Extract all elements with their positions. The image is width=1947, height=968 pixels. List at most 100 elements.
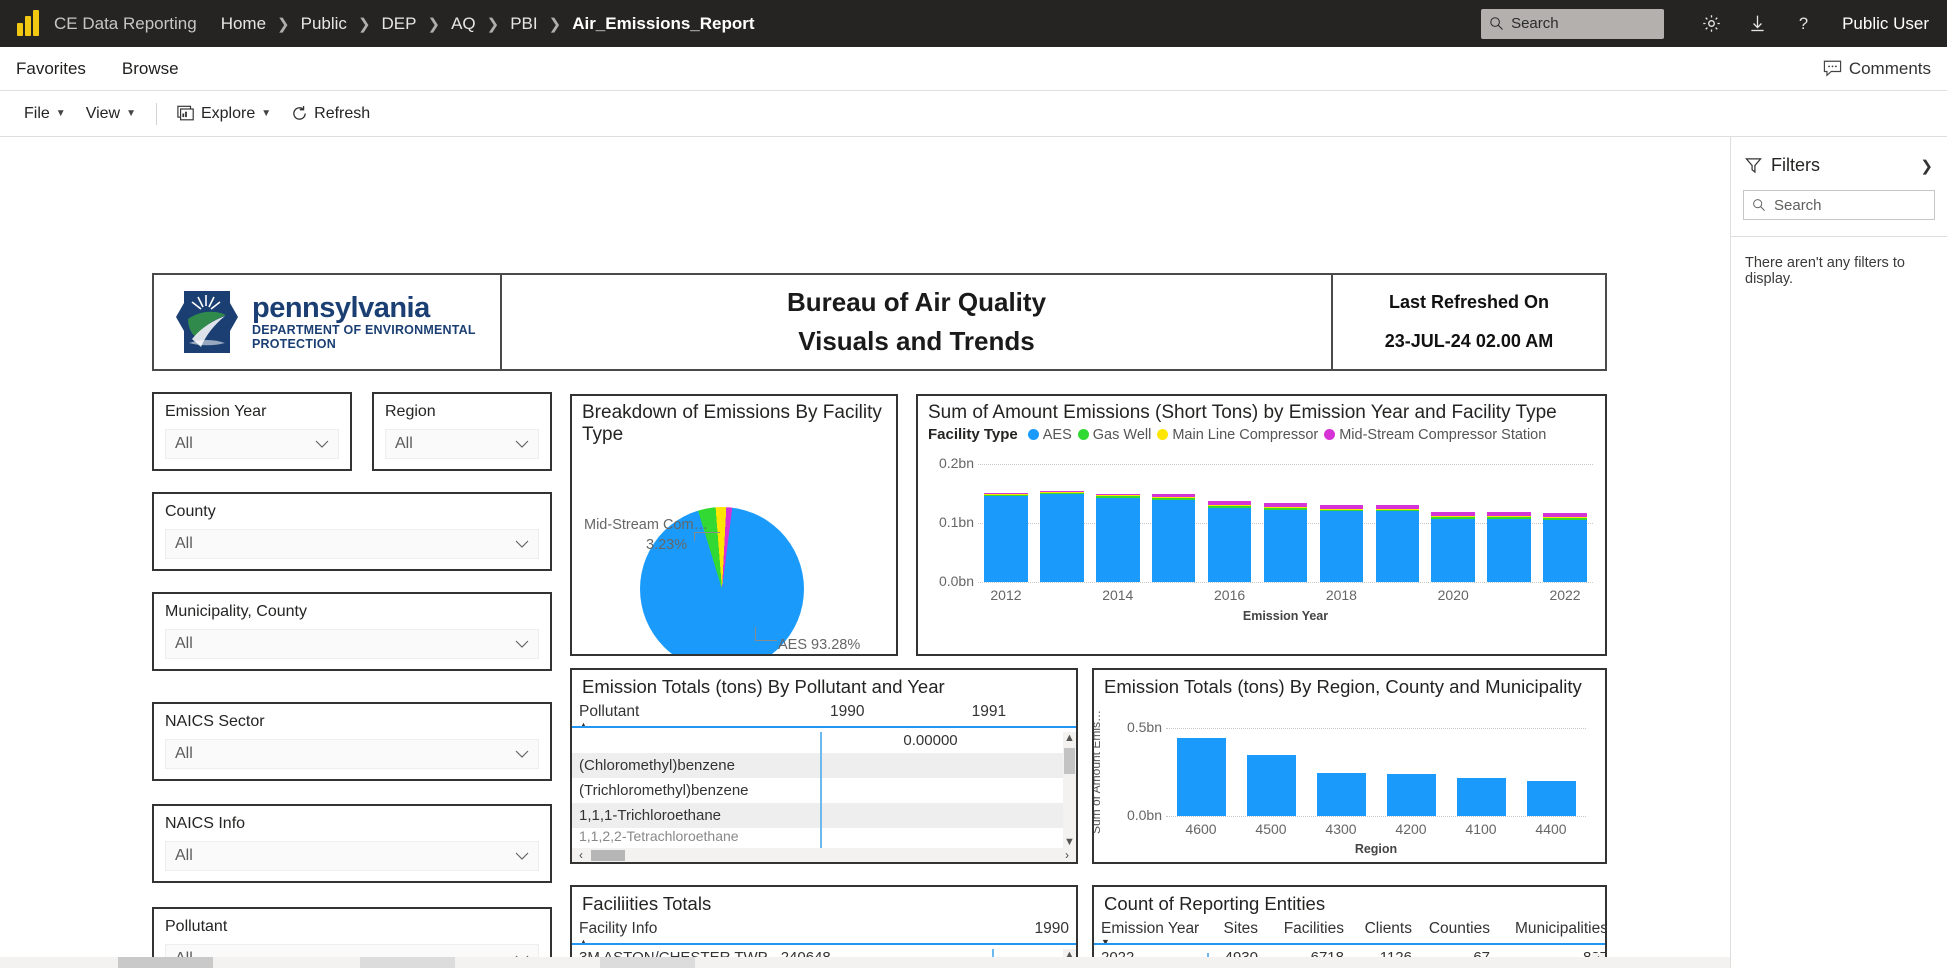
col-header-label: Municipalities [1514, 919, 1607, 937]
scroll-thumb[interactable] [1064, 747, 1075, 774]
region-bar[interactable] [1456, 778, 1506, 816]
col-1990[interactable]: 1990 [822, 700, 965, 728]
stacked-bar[interactable] [1207, 501, 1252, 582]
breadcrumb-item-home[interactable]: Home [221, 14, 266, 34]
region-bar[interactable] [1176, 737, 1226, 816]
slicer-region[interactable]: Region All [372, 392, 552, 471]
region-bar[interactable] [1316, 772, 1366, 816]
explore-menu-button[interactable]: Explore ▼ [167, 101, 281, 127]
scroll-down-arrow[interactable]: ▼ [1063, 836, 1076, 848]
slicer-county[interactable]: County All [152, 492, 552, 571]
stacked-bar[interactable] [984, 493, 1028, 582]
col-facility-info[interactable]: Facility Info ▲ [572, 917, 998, 947]
comments-button[interactable]: Comments [1823, 59, 1931, 79]
bar-segment-aes[interactable] [1095, 497, 1140, 582]
stacked-bar[interactable] [1319, 504, 1364, 582]
table-row-clipped[interactable]: 1,1,2,2-Tetrachloroethane [572, 828, 1076, 844]
table-row[interactable]: (Chloromethyl)benzene [572, 752, 1076, 778]
cell-1990 [822, 752, 965, 778]
region-bar[interactable] [1386, 773, 1436, 816]
bar-segment-aes[interactable] [1375, 511, 1420, 582]
table-row[interactable]: 1,1,1-Trichloroethane [572, 802, 1076, 828]
facilities-totals-table-card[interactable]: Faciliities Totals Facility Info ▲ 1990 [570, 885, 1078, 968]
col-facilities[interactable]: Facilities [1265, 917, 1351, 945]
scroll-left-arrow[interactable]: ‹ [575, 848, 587, 862]
col-counties[interactable]: Counties [1419, 917, 1497, 945]
col-sites[interactable]: Sites [1207, 917, 1265, 945]
slicer-dropdown[interactable]: All [165, 529, 539, 559]
col-emission-year[interactable]: Emission Year ▼ [1094, 917, 1207, 947]
bar-segment-aes[interactable] [1207, 507, 1252, 582]
view-menu-button[interactable]: View ▼ [76, 101, 146, 127]
slicer-municipality-county[interactable]: Municipality, County All [152, 592, 552, 671]
table-horizontal-scrollbar[interactable]: ‹ › [572, 847, 1076, 862]
stacked-bar[interactable] [1543, 512, 1587, 582]
slicer-naics-sector[interactable]: NAICS Sector All [152, 702, 552, 781]
stacked-bar[interactable] [1375, 504, 1420, 582]
y-axis-title: Sum of Amount Emission… [916, 449, 919, 597]
canvas-horizontal-scrollbar[interactable] [0, 957, 1730, 968]
help-button[interactable]: ? [1780, 0, 1826, 47]
breadcrumb-item-dep[interactable]: DEP [382, 14, 417, 34]
stacked-bar[interactable] [1040, 491, 1084, 582]
stacked-bar[interactable] [1487, 512, 1531, 582]
nav-browse[interactable]: Browse [122, 59, 179, 79]
nav-favorites[interactable]: Favorites [16, 59, 86, 79]
slicer-dropdown[interactable]: All [165, 841, 539, 871]
breadcrumb-item-aq[interactable]: AQ [451, 14, 476, 34]
bar-segment-aes[interactable] [984, 496, 1028, 582]
scroll-thumb[interactable] [591, 849, 625, 861]
settings-button[interactable] [1688, 0, 1734, 47]
region-bar[interactable] [1526, 780, 1576, 816]
bar-segment-aes[interactable] [1319, 511, 1364, 582]
top-navigation-bar: CE Data Reporting Home ❯ Public ❯ DEP ❯ … [0, 0, 1947, 47]
scroll-thumb-tertiary[interactable] [600, 957, 695, 968]
global-search-input[interactable]: Search [1481, 8, 1665, 39]
bar-segment-aes[interactable] [1263, 509, 1308, 582]
slicer-dropdown[interactable]: All [165, 429, 339, 459]
filters-search-input[interactable]: Search [1743, 190, 1935, 220]
stacked-bar[interactable] [1095, 494, 1140, 582]
scroll-up-arrow[interactable]: ▲ [1063, 732, 1076, 744]
slicer-naics-info[interactable]: NAICS Info All [152, 804, 552, 883]
col-1991[interactable]: 1991 [964, 700, 1076, 728]
stacked-bar[interactable] [1431, 512, 1476, 582]
expand-filters-icon[interactable]: ❯ [1920, 157, 1933, 175]
file-menu-button[interactable]: File ▼ [14, 101, 76, 127]
chevron-down-icon [315, 440, 329, 448]
col-1990[interactable]: 1990 [997, 917, 1076, 945]
table-vertical-scrollbar[interactable]: ▲ ▼ [1063, 731, 1076, 848]
bar-segment-aes[interactable] [1431, 518, 1476, 582]
bar-segment-aes[interactable] [1040, 494, 1084, 582]
breadcrumb-item-pbi[interactable]: PBI [510, 14, 537, 34]
refresh-button[interactable]: Refresh [281, 101, 380, 127]
pie-chart-card[interactable]: Breakdown of Emissions By Facility Type … [570, 394, 898, 656]
col-municipalities[interactable]: Municipalities [1497, 917, 1607, 945]
slicer-dropdown[interactable]: All [385, 429, 539, 459]
scroll-track[interactable] [587, 849, 1061, 861]
bar-segment-aes[interactable] [1151, 499, 1196, 582]
slicer-emission-year[interactable]: Emission Year All [152, 392, 352, 471]
slicer-dropdown[interactable]: All [165, 629, 539, 659]
region-bar[interactable] [1246, 755, 1296, 816]
emission-totals-table-card[interactable]: Emission Totals (tons) By Pollutant and … [570, 668, 1078, 864]
slicer-dropdown[interactable]: All [165, 739, 539, 769]
stacked-bar[interactable] [1263, 503, 1308, 582]
scroll-thumb-secondary[interactable] [360, 957, 455, 968]
reporting-entities-table-card[interactable]: Count of Reporting Entities Emission Yea… [1092, 885, 1607, 968]
col-clients[interactable]: Clients [1351, 917, 1419, 945]
table-row[interactable]: 0.00000 [572, 728, 1076, 753]
power-bi-logo-icon [14, 9, 42, 38]
stacked-bar[interactable] [1151, 494, 1196, 582]
bar-segment-aes[interactable] [1543, 519, 1587, 582]
scroll-thumb[interactable] [118, 957, 213, 968]
breadcrumb-item-public[interactable]: Public [301, 14, 347, 34]
region-bar-chart-card[interactable]: Emission Totals (tons) By Region, County… [1092, 668, 1607, 864]
download-button[interactable] [1734, 0, 1780, 47]
stacked-bar-chart-card[interactable]: Sum of Amount Emissions (Short Tons) by … [916, 394, 1607, 656]
col-pollutant[interactable]: Pollutant ▲ [572, 700, 823, 730]
scroll-right-arrow[interactable]: › [1061, 848, 1073, 862]
user-account-label[interactable]: Public User [1842, 14, 1929, 34]
table-row[interactable]: (Trichloromethyl)benzene [572, 778, 1076, 803]
bar-segment-aes[interactable] [1487, 518, 1531, 582]
